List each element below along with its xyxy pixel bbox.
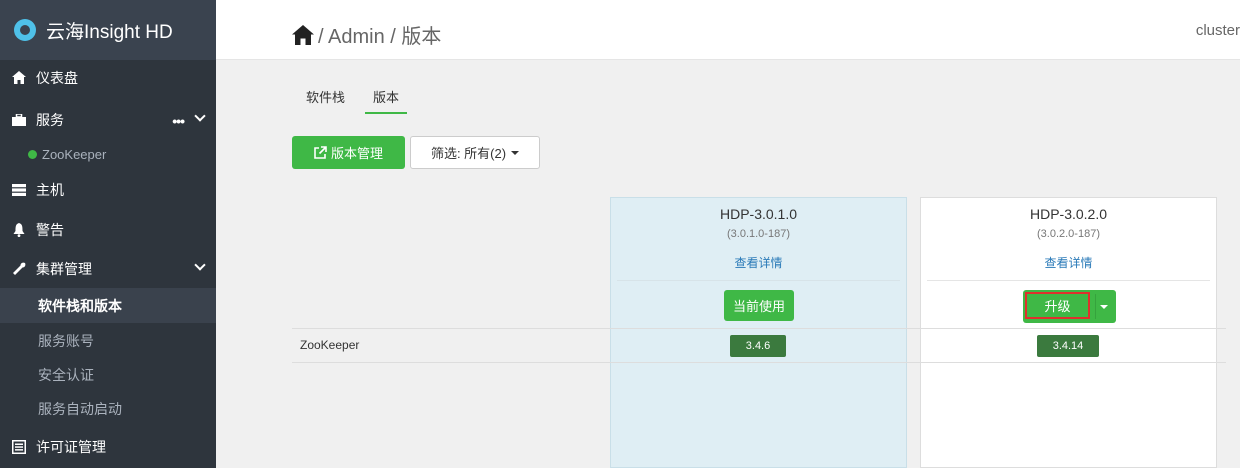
sidebar-item-label: 服务账号: [38, 332, 94, 349]
view-details-link[interactable]: 查看详情: [921, 254, 1216, 271]
sidebar-item-dashboard[interactable]: 仪表盘: [0, 60, 216, 95]
version-column-target: HDP-3.0.2.0 (3.0.2.0-187) 查看详情 升级: [920, 197, 1217, 468]
sidebar-item-label: 软件栈和版本: [38, 297, 122, 314]
version-build: (3.0.1.0-187): [727, 228, 790, 240]
service-name: ZooKeeper: [300, 338, 360, 352]
more-icon[interactable]: •••: [172, 113, 185, 129]
split-divider: [1095, 294, 1096, 319]
sidebar-item-label: 集群管理: [36, 260, 92, 277]
home-icon: [12, 71, 26, 85]
sidebar-item-auto-start[interactable]: 服务自动启动: [0, 391, 216, 426]
tab-versions[interactable]: 版本: [365, 87, 408, 114]
bell-icon: [12, 222, 26, 237]
sidebar-item-security[interactable]: 安全认证: [0, 357, 216, 392]
sidebar-item-zookeeper[interactable]: ZooKeeper: [0, 137, 216, 172]
briefcase-icon: [12, 113, 26, 127]
sidebar-item-label: 仪表盘: [36, 69, 78, 86]
filter-label: 筛选: 所有(2): [430, 146, 507, 161]
wrench-icon: [12, 262, 26, 276]
manage-versions-button[interactable]: 版本管理: [292, 136, 405, 169]
sidebar-item-cluster-admin[interactable]: 集群管理: [0, 251, 216, 286]
sidebar-item-license[interactable]: 许可证管理: [0, 429, 216, 464]
view-details-link[interactable]: 查看详情: [611, 254, 906, 271]
manage-versions-label: 版本管理: [330, 146, 383, 161]
sidebar-item-alerts[interactable]: 警告: [0, 212, 216, 247]
caret-down-icon[interactable]: [1100, 305, 1108, 309]
external-link-icon: [314, 146, 327, 159]
sidebar-item-label: 服务: [36, 111, 64, 128]
sidebar-item-label: 服务自动启动: [38, 400, 122, 417]
divider: [617, 280, 900, 281]
sidebar-item-label: 警告: [36, 221, 64, 238]
sidebar-item-service-accounts[interactable]: 服务账号: [0, 323, 216, 358]
divider: [927, 280, 1210, 281]
brand-title: 云海Insight HD: [46, 21, 173, 43]
sidebar-item-label: ZooKeeper: [42, 147, 107, 162]
zookeeper-version-badge: 3.4.14: [1037, 335, 1099, 357]
home-icon[interactable]: [292, 24, 314, 45]
breadcrumb: / Admin / 版本: [292, 20, 441, 49]
current-in-use-button[interactable]: 当前使用: [724, 290, 794, 321]
breadcrumb-path[interactable]: / Admin / 版本: [318, 20, 441, 49]
version-build: (3.0.2.0-187): [1037, 228, 1100, 240]
sidebar-item-label: 许可证管理: [36, 438, 106, 455]
upgrade-split-button: 升级: [1023, 290, 1116, 323]
brand[interactable]: 云海Insight HD: [0, 0, 216, 60]
logo-icon: [14, 19, 36, 41]
chevron-down-icon[interactable]: [194, 110, 206, 122]
row-divider: [292, 328, 1226, 329]
caret-down-icon: [511, 150, 520, 155]
server-icon: [12, 183, 26, 197]
cluster-user-menu[interactable]: cluster: [1196, 22, 1240, 39]
tab-bar: 软件栈 版本: [306, 87, 408, 114]
sidebar-item-hosts[interactable]: 主机: [0, 172, 216, 207]
filter-dropdown[interactable]: 筛选: 所有(2): [410, 136, 540, 169]
top-header: / Admin / 版本 cluster: [216, 0, 1240, 60]
version-column-current: HDP-3.0.1.0 (3.0.1.0-187) 查看详情 当前使用: [610, 197, 907, 468]
sidebar-item-services[interactable]: 服务 •••: [0, 102, 216, 137]
sidebar-item-label: 主机: [36, 181, 64, 198]
sidebar-item-label: 安全认证: [38, 366, 94, 383]
upgrade-button[interactable]: 升级: [1025, 292, 1090, 319]
version-name: HDP-3.0.1.0: [719, 206, 798, 222]
tab-stacks[interactable]: 软件栈: [306, 87, 345, 114]
version-name: HDP-3.0.2.0: [1029, 206, 1108, 222]
chevron-down-icon[interactable]: [194, 259, 206, 271]
sidebar-item-stack-versions[interactable]: 软件栈和版本: [0, 288, 216, 323]
sidebar: 云海Insight HD 仪表盘 服务 ••• ZooKeeper 主机 警告: [0, 0, 216, 468]
zookeeper-version-badge: 3.4.6: [730, 335, 786, 357]
row-divider: [292, 362, 1226, 363]
list-icon: [12, 439, 26, 454]
status-dot-icon: [28, 150, 37, 159]
